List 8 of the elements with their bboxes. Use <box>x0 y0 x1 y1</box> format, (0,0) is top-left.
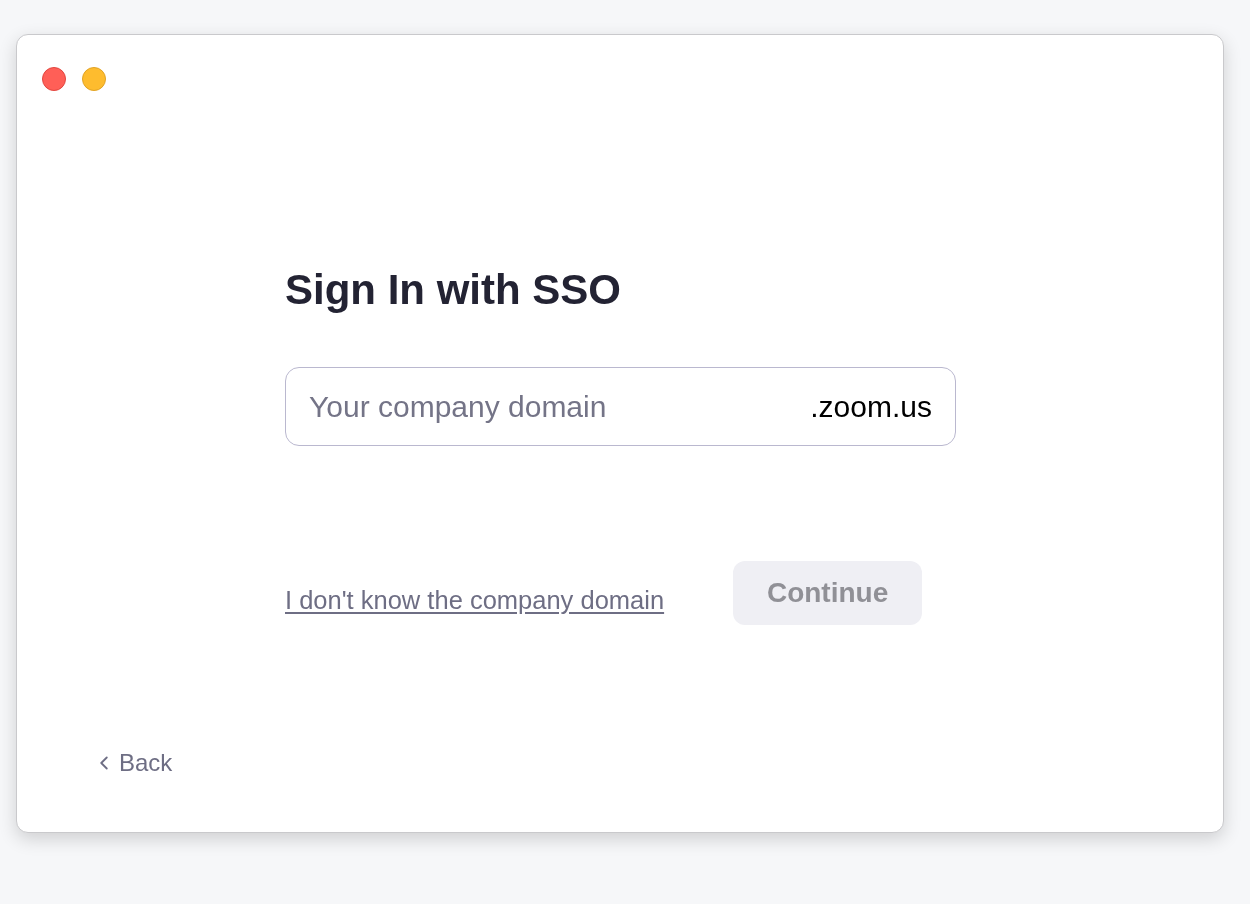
close-button[interactable] <box>42 67 66 91</box>
page-heading: Sign In with SSO <box>285 265 621 315</box>
domain-suffix: .zoom.us <box>810 389 932 425</box>
unknown-domain-link[interactable]: I don't know the company domain <box>285 585 665 615</box>
domain-input[interactable]: Your company domain <box>309 384 799 429</box>
back-button[interactable]: Back <box>93 749 173 777</box>
domain-field[interactable]: Your company domain .zoom.us <box>285 367 956 446</box>
minimize-button[interactable] <box>82 67 106 91</box>
